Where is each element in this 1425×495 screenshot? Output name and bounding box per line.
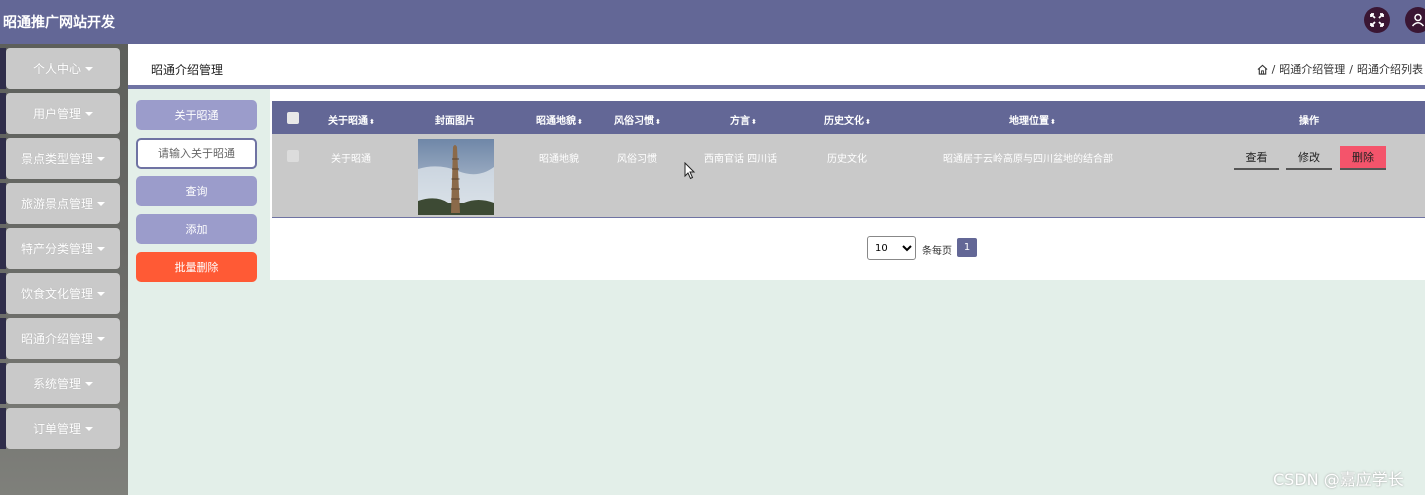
sidebar-accent (0, 408, 6, 449)
batch-delete-button[interactable]: 批量删除 (136, 252, 257, 282)
per-page-label: 条每页 (922, 246, 952, 257)
chevron-down-icon (85, 111, 93, 116)
top-bar: 昭通推广网站开发 (0, 0, 1425, 44)
chevron-down-icon (97, 246, 105, 251)
pagoda-photo (418, 139, 494, 215)
chevron-down-icon (97, 201, 105, 206)
sidebar-item-scenic-type-management[interactable]: 景点类型管理 (0, 138, 120, 179)
column-header-cover-image: 封面图片 (435, 116, 475, 127)
sidebar-item-system-management[interactable]: 系统管理 (0, 363, 120, 404)
chevron-down-icon (85, 381, 93, 386)
page-header: 昭通介绍管理 / 昭通介绍管理 / 昭通介绍列表 (128, 44, 1425, 89)
mouse-cursor-icon (684, 162, 696, 180)
column-header-location[interactable]: 地理位置⬍ (1009, 112, 1056, 127)
sidebar-item-label: 用户管理 (32, 107, 81, 121)
app-title: 昭通推广网站开发 (3, 15, 115, 31)
sidebar-item-scenic-spot-management[interactable]: 旅游景点管理 (0, 183, 120, 224)
sort-icon: ⬍ (577, 118, 583, 126)
sidebar-item-label: 个人中心 (32, 62, 81, 76)
sidebar: 个人中心 用户管理 景点类型管理 旅游景点管理 特产分类管理 饮食文化管理 昭通… (0, 44, 128, 495)
column-header-landform[interactable]: 昭通地貌⬍ (536, 112, 583, 127)
breadcrumb-separator: / (1349, 62, 1353, 76)
about-zhaotong-button[interactable]: 关于昭通 (136, 100, 257, 130)
table-header-row: 关于昭通⬍ 封面图片 昭通地貌⬍ 风俗习惯⬍ 方言⬍ 历史文化⬍ 地理位置⬍ 操… (272, 101, 1425, 134)
chevron-down-icon (97, 291, 105, 296)
sidebar-accent (0, 48, 6, 89)
sidebar-accent (0, 318, 6, 359)
sort-icon: ⬍ (865, 118, 871, 126)
person-icon (1411, 13, 1425, 27)
column-header-history[interactable]: 历史文化⬍ (824, 112, 871, 127)
row-checkbox[interactable] (287, 150, 299, 162)
sidebar-item-food-culture-management[interactable]: 饮食文化管理 (0, 273, 120, 314)
sidebar-item-label: 系统管理 (32, 377, 81, 391)
sidebar-item-label: 昭通介绍管理 (20, 332, 93, 346)
delete-button[interactable]: 删除 (1340, 146, 1386, 170)
sidebar-item-zhaotong-intro-management[interactable]: 昭通介绍管理 (0, 318, 120, 359)
page-title: 昭通介绍管理 (151, 63, 224, 77)
sidebar-item-specialty-category-management[interactable]: 特产分类管理 (0, 228, 120, 269)
page-size-select[interactable]: 10 (867, 236, 916, 260)
select-all-checkbox[interactable] (287, 112, 299, 124)
cell-location: 昭通居于云岭高原与四川盆地的结合部 (943, 154, 1113, 165)
watermark: CSDN @嘉应学长 (1273, 470, 1404, 489)
breadcrumb: / 昭通介绍管理 / 昭通介绍列表 (1257, 61, 1423, 77)
sidebar-accent (0, 363, 6, 404)
sidebar-item-label: 饮食文化管理 (20, 287, 93, 301)
view-button[interactable]: 查看 (1234, 146, 1279, 170)
sidebar-accent (0, 93, 6, 134)
page-number-button[interactable]: 1 (957, 238, 977, 257)
breadcrumb-item[interactable]: 昭通介绍管理 (1279, 61, 1345, 77)
sidebar-accent (0, 138, 6, 179)
edit-button[interactable]: 修改 (1286, 146, 1332, 170)
home-icon[interactable] (1257, 64, 1268, 75)
sidebar-item-order-management[interactable]: 订单管理 (0, 408, 120, 449)
breadcrumb-separator: / (1271, 62, 1276, 76)
user-icon[interactable] (1405, 7, 1425, 33)
cell-about: 关于昭通 (331, 154, 371, 165)
sidebar-item-label: 景点类型管理 (20, 152, 93, 166)
column-header-customs[interactable]: 风俗习惯⬍ (614, 112, 661, 127)
chevron-down-icon (97, 336, 105, 341)
table-row: 关于昭通 昭通地貌 风俗习惯 西南官话 四川话 历史文化 昭通居于云岭高原与四川… (272, 134, 1425, 218)
column-header-dialect[interactable]: 方言⬍ (730, 112, 757, 127)
fullscreen-icon[interactable] (1364, 7, 1390, 33)
sort-icon: ⬍ (1050, 118, 1056, 126)
query-button[interactable]: 查询 (136, 176, 257, 206)
chevron-down-icon (85, 66, 93, 71)
sort-icon: ⬍ (655, 118, 661, 126)
chevron-down-icon (97, 156, 105, 161)
cell-landform: 昭通地貌 (539, 154, 579, 165)
cell-history: 历史文化 (827, 154, 867, 165)
cell-dialect: 西南官话 四川话 (704, 154, 778, 165)
sidebar-accent (0, 183, 6, 224)
sidebar-accent (0, 273, 6, 314)
cell-customs: 风俗习惯 (617, 154, 657, 165)
sidebar-item-label: 旅游景点管理 (20, 197, 93, 211)
expand-arrows-icon (1370, 13, 1384, 27)
sidebar-item-user-management[interactable]: 用户管理 (0, 93, 120, 134)
breadcrumb-item: 昭通介绍列表 (1357, 63, 1423, 76)
sidebar-item-label: 订单管理 (32, 422, 81, 436)
sidebar-accent (0, 228, 6, 269)
sidebar-item-personal-center[interactable]: 个人中心 (0, 48, 120, 89)
sort-icon: ⬍ (751, 118, 757, 126)
chevron-down-icon (85, 426, 93, 431)
column-header-about[interactable]: 关于昭通⬍ (328, 112, 375, 127)
sort-icon: ⬍ (369, 118, 375, 126)
sidebar-item-label: 特产分类管理 (20, 242, 93, 256)
add-button[interactable]: 添加 (136, 214, 257, 244)
column-header-actions: 操作 (1299, 116, 1319, 127)
cover-image (418, 139, 494, 215)
search-input[interactable] (136, 138, 257, 169)
